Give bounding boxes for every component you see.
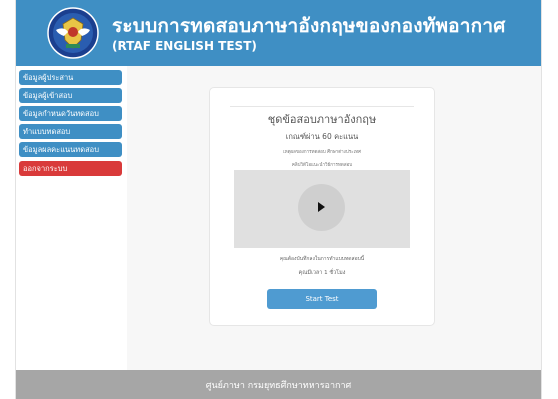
rtaf-emblem-icon — [47, 7, 99, 59]
time-limit-text: คุณมีเวลา 1 ชั่วโมง — [298, 270, 346, 276]
app-frame: ระบบการทดสอบภาษาอังกฤษของกองทัพอากาศ (RT… — [16, 0, 541, 399]
sidebar: ข้อมูลผู้ประสาน ข้อมูลผู้เข้าสอบ ข้อมูลก… — [16, 66, 127, 370]
test-card: ชุดข้อสอบภาษาอังกฤษ เกณฑ์ผ่าน 60 คะแนน เ… — [209, 87, 435, 326]
footer-text: ศูนย์ภาษา กรมยุทธศึกษาทหารอากาศ — [205, 381, 352, 391]
sidebar-item-coordinator-info[interactable]: ข้อมูลผู้ประสาน — [19, 70, 122, 85]
play-button[interactable] — [298, 184, 345, 231]
play-icon — [318, 202, 325, 212]
card-title: ชุดข้อสอบภาษาอังกฤษ — [267, 113, 377, 126]
sidebar-item-take-test[interactable]: ทำแบบทดสอบ — [19, 124, 122, 139]
footer-bar: ศูนย์ภาษา กรมยุทธศึกษาทหารอากาศ — [16, 370, 541, 399]
sidebar-item-logout[interactable]: ออกจากระบบ — [19, 161, 122, 176]
header-bar: ระบบการทดสอบภาษาอังกฤษของกองทัพอากาศ (RT… — [16, 0, 541, 66]
sidebar-item-test-schedule[interactable]: ข้อมูลกำหนดวันทดสอบ — [19, 106, 122, 121]
main-content: ชุดข้อสอบภาษาอังกฤษ เกณฑ์ผ่าน 60 คะแนน เ… — [127, 66, 541, 370]
app-title-english: (RTAF ENGLISH TEST) — [112, 39, 257, 53]
card-divider — [230, 106, 414, 107]
test-purpose: เหตุผลของการทดสอบ ศึกษาต่างประเทศ — [283, 150, 361, 155]
start-test-button[interactable]: Start Test — [267, 289, 377, 309]
sidebar-item-test-scores[interactable]: ข้อมูลผลคะแนนทดสอบ — [19, 142, 122, 157]
video-caption: คลิปวิดีโอแนะนำวิธีการทดสอบ — [291, 163, 353, 168]
instruction-text: คุณต้องบันทึกลงในการทำแบบทดสอบนี้ — [279, 256, 365, 262]
sidebar-item-examinee-info[interactable]: ข้อมูลผู้เข้าสอบ — [19, 88, 122, 103]
app-title-thai: ระบบการทดสอบภาษาอังกฤษของกองทัพอากาศ — [112, 15, 506, 37]
pass-score: เกณฑ์ผ่าน 60 คะแนน — [285, 132, 359, 141]
intro-video[interactable] — [234, 170, 410, 248]
